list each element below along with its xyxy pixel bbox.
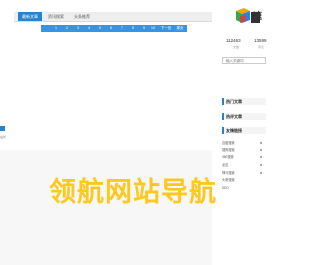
stat-articles-value: 112463 — [226, 38, 241, 43]
site-stats: 112463 文章 13599 评论 — [214, 38, 267, 52]
page-4-button[interactable]: 4 — [86, 25, 92, 32]
stat-comments-label: 评论 — [258, 45, 265, 49]
friend-link-bullet — [260, 172, 262, 174]
site-banner: 领航网站导航 — [49, 177, 217, 208]
friend-link[interactable]: 神马搜索 — [222, 171, 235, 175]
tab-news-search[interactable]: 资讯搜索 — [44, 12, 68, 21]
page-9-button[interactable]: 9 — [141, 25, 147, 32]
tab-headlines[interactable]: 头条推荐 — [70, 12, 94, 21]
friend-links-heading: 友情链接 — [222, 127, 266, 134]
tab-latest[interactable]: 最新文章 — [18, 12, 42, 21]
page-10-button[interactable]: 10 — [149, 25, 157, 32]
next-page-button[interactable]: 下一页 — [159, 25, 173, 32]
page-3-button[interactable]: 3 — [75, 25, 81, 32]
tab-bar: 最新文章 资讯搜索 头条推荐 — [14, 12, 212, 22]
stat-articles-label: 文章 — [233, 45, 240, 49]
sidebar: 速 112463 文章 13599 评论 热门文章 热评文章 友情链接 百度搜索… — [214, 0, 267, 265]
friend-link-bullet — [260, 149, 262, 151]
hot-articles-heading: 热门文章 — [222, 98, 266, 105]
page-5-button[interactable]: 5 — [97, 25, 103, 32]
main-content: 最新文章 资讯搜索 头条推荐 1 2 3 4 5 6 7 8 9 10 下一页 … — [0, 0, 212, 265]
page-7-button[interactable]: 7 — [119, 25, 125, 32]
last-page-button[interactable]: 尾页 — [175, 25, 185, 32]
side-marker — [0, 126, 5, 131]
friend-link[interactable]: 百度搜索 — [222, 141, 235, 145]
hot-comments-heading: 热评文章 — [222, 113, 266, 120]
page-8-button[interactable]: 8 — [130, 25, 136, 32]
friend-link-bullet — [260, 156, 262, 158]
pagination: 1 2 3 4 5 6 7 8 9 10 下一页 尾页 — [41, 25, 187, 32]
friend-link[interactable]: 搜狗搜索 — [222, 148, 235, 152]
search-input[interactable] — [222, 57, 266, 64]
side-label: 站长 — [0, 135, 7, 139]
friend-link[interactable]: 必应 — [222, 163, 228, 167]
friend-link[interactable]: 360搜索 — [222, 155, 234, 159]
page-6-button[interactable]: 6 — [108, 25, 114, 32]
friend-link-bullet — [260, 164, 262, 166]
page: 最新文章 资讯搜索 头条推荐 1 2 3 4 5 6 7 8 9 10 下一页 … — [0, 0, 267, 265]
page-1-button[interactable]: 1 — [53, 25, 59, 32]
stat-comments-value: 13599 — [254, 38, 267, 43]
logo-text: 速 — [253, 11, 263, 21]
page-2-button[interactable]: 2 — [64, 25, 70, 32]
friend-link-bullet — [260, 142, 262, 144]
